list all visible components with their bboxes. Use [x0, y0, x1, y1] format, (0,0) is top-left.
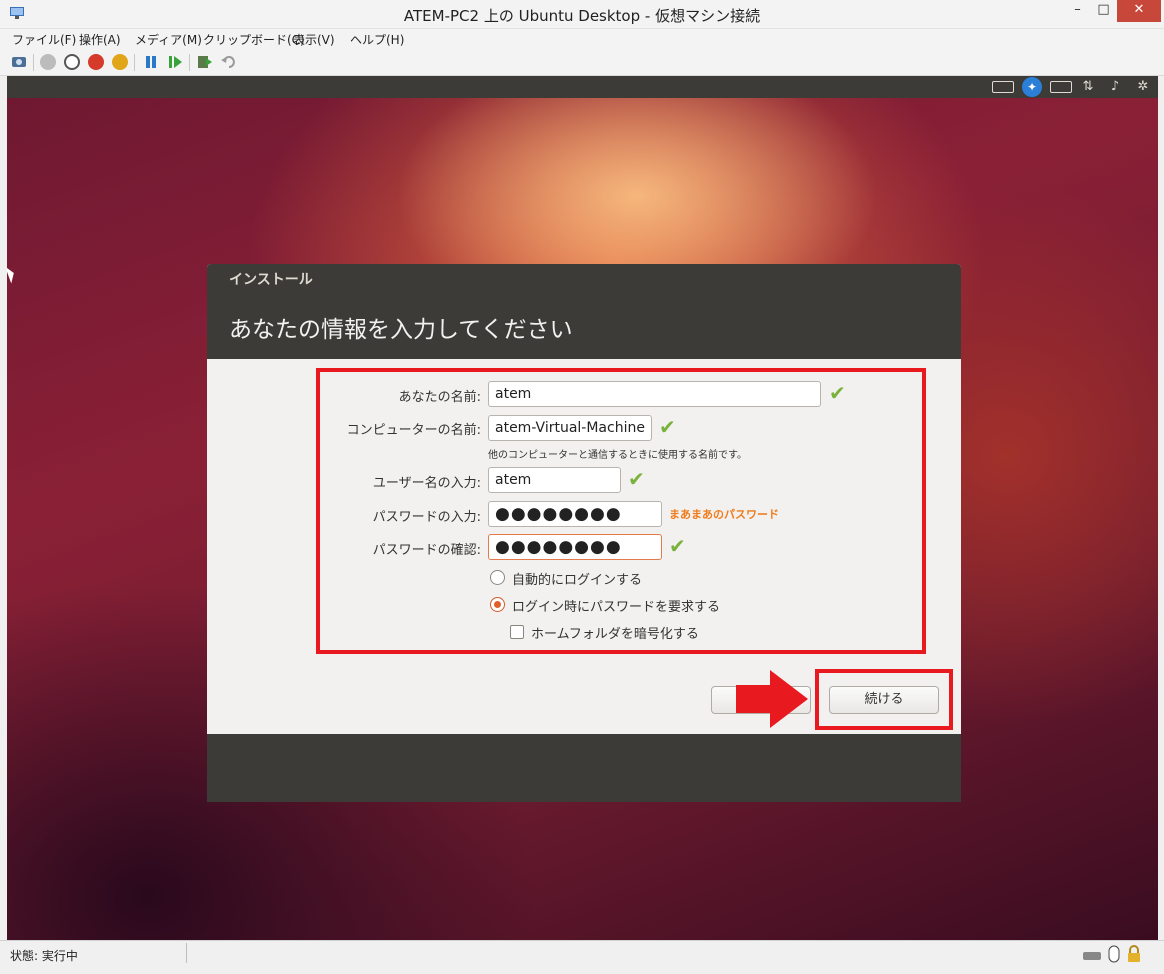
menu-media[interactable]: メディア(M): [135, 31, 202, 48]
toolbar-separator: [33, 54, 34, 71]
menu-file[interactable]: ファイル(F): [12, 31, 76, 48]
keyboard-status-icon: [1083, 952, 1101, 960]
shutdown-icon[interactable]: [88, 54, 104, 70]
toolbar: [0, 49, 1164, 76]
annotation-arrow-icon: [736, 670, 808, 728]
maximize-button[interactable]: □: [1090, 0, 1117, 22]
start-icon[interactable]: [40, 54, 56, 70]
reset-icon[interactable]: [167, 54, 183, 70]
settings-gear-icon[interactable]: ✲: [1134, 79, 1152, 95]
toolbar-separator: [134, 54, 135, 71]
annotation-continue-highlight: [815, 669, 953, 730]
menu-action[interactable]: 操作(A): [79, 31, 121, 48]
ctrl-alt-del-icon[interactable]: [11, 54, 27, 70]
window-title: ATEM-PC2 上の Ubuntu Desktop - 仮想マシン接続: [403, 7, 761, 25]
page-title: あなたの情報を入力してください: [229, 317, 573, 343]
toolbar-separator: [189, 54, 190, 71]
dialog-small-title: インストール: [229, 272, 313, 288]
menu-clipboard[interactable]: クリップボード(C): [203, 31, 305, 48]
menu-view[interactable]: 表示(V): [293, 31, 335, 48]
pause-icon[interactable]: [143, 54, 159, 70]
keyboard-layout-icon[interactable]: [1050, 81, 1072, 93]
keyboard-icon[interactable]: [992, 81, 1014, 93]
close-button[interactable]: ✕: [1117, 0, 1161, 22]
mouse-pointer-icon: [7, 264, 17, 284]
minimize-button[interactable]: –: [1064, 0, 1091, 22]
mouse-status-icon: [1108, 945, 1120, 963]
menu-help[interactable]: ヘルプ(H): [350, 31, 404, 48]
annotation-form-highlight: [316, 368, 926, 654]
ubuntu-top-panel: ✦ ⇅ ♪ ✲: [7, 76, 1158, 98]
save-state-icon[interactable]: [112, 54, 128, 70]
statusbar-separator: [186, 943, 187, 963]
checkpoint-icon[interactable]: [197, 54, 213, 70]
turn-off-icon[interactable]: [64, 54, 80, 70]
window-titlebar: ATEM-PC2 上の Ubuntu Desktop - 仮想マシン接続 – □…: [0, 0, 1164, 29]
dialog-header: インストール あなたの情報を入力してください: [207, 264, 961, 359]
volume-icon[interactable]: ♪: [1105, 79, 1125, 95]
accessibility-icon[interactable]: ✦: [1022, 77, 1042, 97]
statusbar: 状態: 実行中: [0, 940, 1164, 974]
lock-icon: [1128, 945, 1140, 962]
menubar: ファイル(F) 操作(A) メディア(M) クリップボード(C) 表示(V) ヘ…: [0, 29, 1164, 49]
dialog-footer: [207, 734, 961, 802]
status-text: 状態: 実行中: [10, 949, 78, 963]
network-icon[interactable]: ⇅: [1079, 79, 1097, 95]
revert-icon[interactable]: [221, 54, 237, 70]
